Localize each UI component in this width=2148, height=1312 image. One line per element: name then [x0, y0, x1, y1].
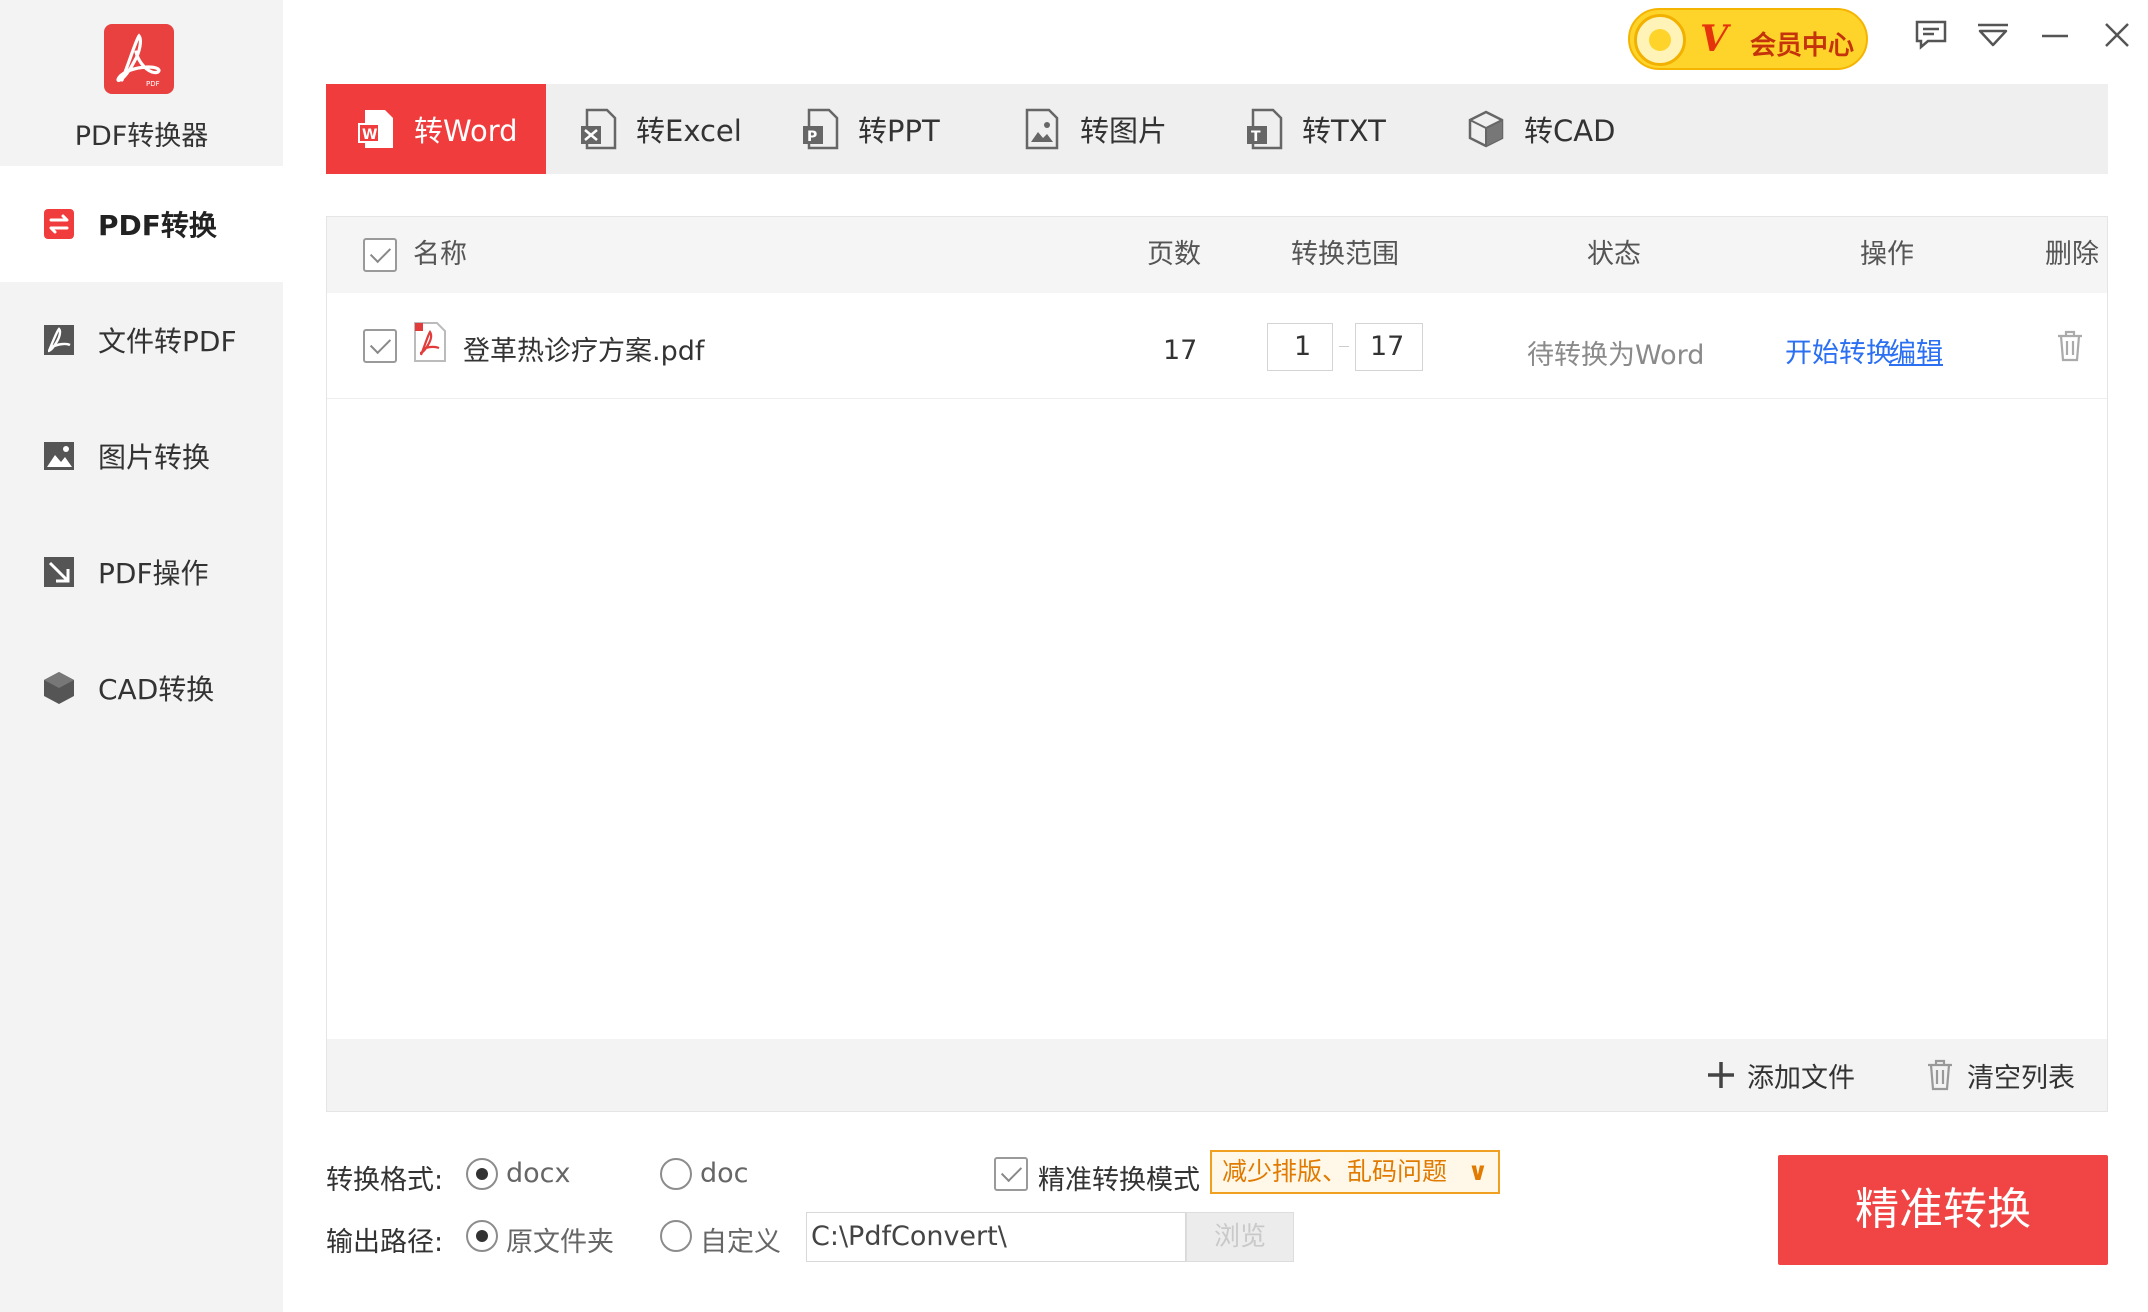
precise-convert-button[interactable]: 精准转换 [1778, 1155, 2108, 1265]
output-original-folder-label[interactable]: 原文件夹 [506, 1220, 614, 1259]
vip-label: 会员中心 [1750, 31, 1855, 61]
column-range: 转换范围 [1291, 239, 1399, 270]
feedback-icon[interactable] [1906, 10, 1956, 60]
trash-icon [1925, 1058, 1955, 1092]
range-from-input[interactable]: 1 [1267, 323, 1333, 371]
image-file-icon [1022, 107, 1062, 151]
image-icon [40, 437, 78, 475]
precise-mode-hint-dropdown[interactable]: 减少排版、乱码问题 ∨ [1210, 1150, 1500, 1194]
format-label: 转换格式: [326, 1165, 444, 1196]
pdf-logo-icon: PDF [116, 33, 161, 88]
format-docx-label[interactable]: docx [506, 1158, 570, 1189]
file-list-footer: 添加文件 清空列表 [327, 1039, 2107, 1111]
sidebar-item-label: 图片转换 [98, 441, 211, 474]
file-name: 登革热诊疗方案.pdf [463, 336, 705, 367]
tab-label: 转Word [414, 114, 518, 148]
vip-mark: V [1700, 18, 1728, 60]
conversion-tabs: W 转Word 转Excel P 转PPT 转图片 T 转TXT 转CAD [326, 84, 2108, 174]
column-status: 状态 [1587, 239, 1641, 270]
precise-mode-checkbox[interactable] [994, 1157, 1028, 1191]
output-custom-radio[interactable] [660, 1220, 692, 1252]
ppt-file-icon: P [800, 107, 840, 151]
browse-button[interactable]: 浏览 [1186, 1212, 1294, 1262]
sidebar-item-label: PDF操作 [98, 557, 209, 590]
svg-text:PDF: PDF [146, 80, 160, 88]
vip-center-button[interactable]: V 会员中心 [1628, 8, 1868, 70]
svg-text:W: W [362, 127, 377, 143]
tab-to-excel[interactable]: 转Excel [578, 84, 742, 174]
sidebar: PDF PDF转换器 PDF转换 文件转PDF 图片转换 PDF操作 CAD转换 [0, 0, 283, 1312]
select-all-checkbox[interactable] [363, 238, 397, 272]
precise-hint-text: 减少排版、乱码问题 [1222, 1157, 1448, 1186]
tab-to-word[interactable]: W 转Word [326, 84, 546, 174]
vip-avatar-icon [1634, 14, 1686, 66]
app-window: PDF PDF转换器 PDF转换 文件转PDF 图片转换 PDF操作 CAD转换… [0, 0, 2148, 1312]
svg-text:P: P [807, 129, 817, 145]
add-file-button[interactable]: 添加文件 [1705, 1039, 1855, 1111]
chevron-down-icon: ∨ [1467, 1157, 1488, 1186]
pdf-acrobat-icon [40, 321, 78, 359]
table-header: 名称 页数 转换范围 状态 操作 删除 [327, 217, 2107, 293]
pdf-file-icon [413, 321, 447, 367]
cube-icon [40, 669, 78, 707]
file-list-panel: 名称 页数 转换范围 状态 操作 删除 登革热诊疗方案.pdf 17 1 17 … [326, 216, 2108, 1112]
format-doc-label[interactable]: doc [700, 1158, 749, 1189]
output-custom-label[interactable]: 自定义 [700, 1220, 781, 1259]
format-doc-radio[interactable] [660, 1158, 692, 1190]
column-name: 名称 [413, 239, 467, 270]
excel-file-icon [578, 107, 618, 151]
minimize-icon[interactable] [2030, 10, 2080, 60]
output-original-folder-radio[interactable] [466, 1220, 498, 1252]
range-to-input[interactable]: 17 [1355, 323, 1423, 371]
tab-label: 转PPT [858, 114, 940, 148]
sidebar-item-label: PDF转换 [98, 209, 217, 242]
edit-link[interactable]: 编辑 [1889, 331, 1943, 370]
column-actions: 操作 [1860, 239, 1914, 270]
sidebar-item-pdf-convert[interactable]: PDF转换 [0, 166, 283, 282]
delete-icon[interactable] [2055, 329, 2085, 367]
tab-label: 转图片 [1080, 114, 1168, 148]
range-separator [1339, 346, 1349, 347]
tab-to-ppt[interactable]: P 转PPT [800, 84, 940, 174]
tab-to-image[interactable]: 转图片 [1022, 84, 1167, 174]
output-path-field[interactable]: C:\PdfConvert\ [806, 1212, 1186, 1262]
page-count: 17 [1163, 335, 1198, 366]
format-docx-radio[interactable] [466, 1158, 498, 1190]
column-delete: 删除 [2045, 239, 2099, 270]
svg-text:T: T [1251, 129, 1261, 145]
clear-list-label: 清空列表 [1967, 1062, 2075, 1094]
plus-icon [1705, 1059, 1737, 1091]
start-convert-link[interactable]: 开始转换 [1785, 331, 1893, 370]
sidebar-item-label: 文件转PDF [98, 325, 237, 358]
sidebar-item-label: CAD转换 [98, 673, 215, 706]
sidebar-item-file-to-pdf[interactable]: 文件转PDF [0, 282, 283, 398]
cad-cube-icon [1466, 107, 1506, 151]
close-icon[interactable] [2092, 10, 2142, 60]
conversion-status: 待转换为Word [1527, 340, 1705, 371]
clear-list-button[interactable]: 清空列表 [1925, 1039, 2075, 1111]
tab-label: 转CAD [1524, 114, 1616, 148]
output-path-label: 输出路径: [326, 1227, 444, 1258]
word-file-icon: W [356, 107, 396, 151]
tab-label: 转TXT [1302, 114, 1386, 148]
row-checkbox[interactable] [363, 329, 397, 363]
tab-to-cad[interactable]: 转CAD [1466, 84, 1615, 174]
tab-to-txt[interactable]: T 转TXT [1244, 84, 1386, 174]
sidebar-item-pdf-operation[interactable]: PDF操作 [0, 514, 283, 630]
menu-dropdown-icon[interactable] [1968, 10, 2018, 60]
sidebar-item-image-convert[interactable]: 图片转换 [0, 398, 283, 514]
sidebar-item-cad-convert[interactable]: CAD转换 [0, 630, 283, 746]
txt-file-icon: T [1244, 107, 1284, 151]
app-logo: PDF [104, 24, 174, 94]
precise-mode-label: 精准转换模式 [1038, 1165, 1200, 1196]
pdf-edit-icon [40, 553, 78, 591]
add-file-label: 添加文件 [1747, 1062, 1855, 1094]
table-row: 登革热诊疗方案.pdf 17 1 17 待转换为Word 开始转换 编辑 [327, 293, 2107, 399]
app-name: PDF转换器 [74, 121, 209, 152]
tab-label: 转Excel [636, 114, 742, 148]
column-pages: 页数 [1147, 239, 1201, 270]
convert-arrows-icon [40, 205, 78, 243]
